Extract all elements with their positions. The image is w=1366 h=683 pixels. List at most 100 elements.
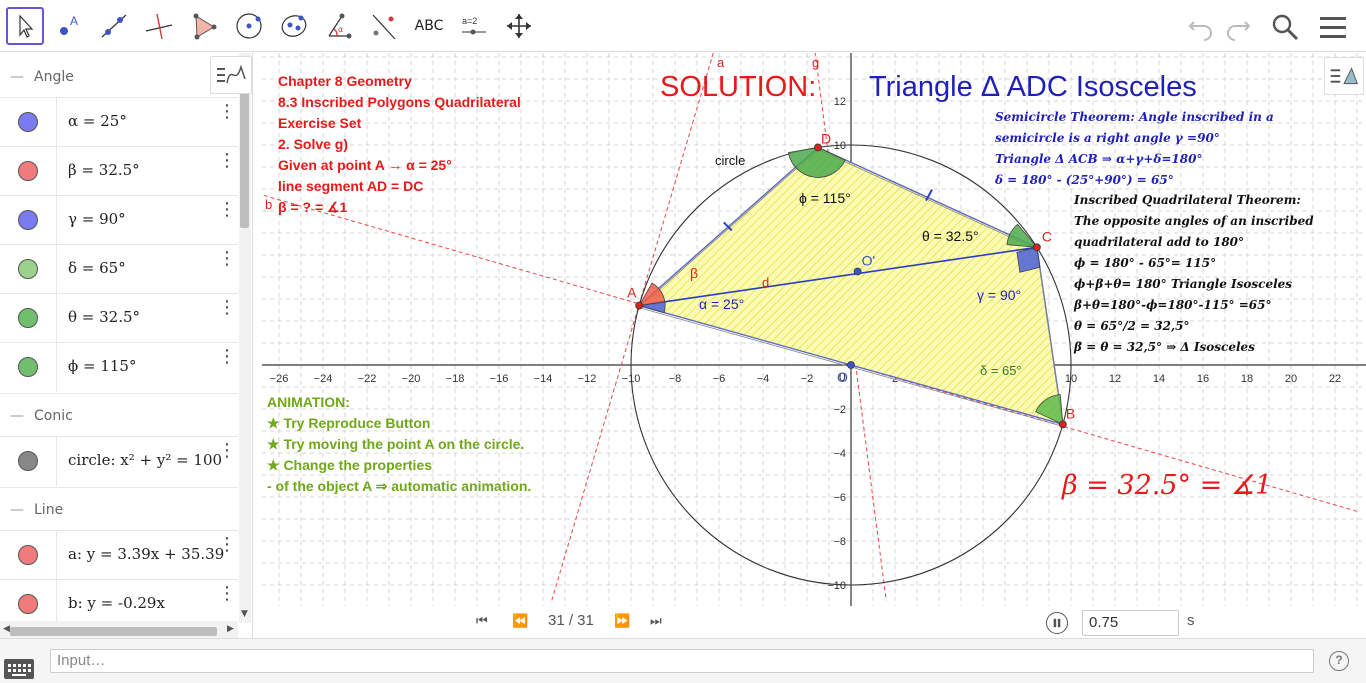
polygon-tool[interactable] xyxy=(185,7,223,45)
point-C[interactable] xyxy=(1033,243,1041,252)
algebra-row-delta[interactable]: δ = 65° ⋮ xyxy=(0,244,238,294)
row-definition[interactable]: ϕ = 115° xyxy=(68,357,136,375)
search-button[interactable] xyxy=(1268,10,1302,44)
point-B[interactable] xyxy=(1058,420,1067,429)
graphics-style-bar-button[interactable] xyxy=(1324,57,1364,95)
algebra-row-alpha[interactable]: α = 25° ⋮ xyxy=(0,97,238,147)
angle-theta-wedge[interactable] xyxy=(1006,223,1038,248)
speed-unit: s xyxy=(1187,612,1195,629)
point-tool[interactable]: A xyxy=(50,7,88,45)
visibility-marble[interactable] xyxy=(18,259,38,279)
algebra-row-gamma[interactable]: γ = 90° ⋮ xyxy=(0,195,238,245)
speed-input[interactable]: 0.75 xyxy=(1082,610,1179,636)
category-line[interactable]: — Line xyxy=(0,487,238,531)
scroll-right-icon[interactable]: ▶ xyxy=(227,624,234,634)
move-graphics-tool[interactable] xyxy=(500,7,538,45)
visibility-marble[interactable] xyxy=(18,210,38,230)
algebra-style-bar-button[interactable] xyxy=(210,56,252,94)
row-definition[interactable]: circle: x² + y² = 100 xyxy=(68,451,222,469)
triangle-heading[interactable]: Triangle Δ ADC Isosceles xyxy=(869,71,1197,104)
x-tick-label: 20 xyxy=(1285,373,1297,385)
visibility-marble[interactable] xyxy=(18,357,38,377)
more-options-icon[interactable]: ⋮ xyxy=(218,585,236,618)
x-tick-label: −18 xyxy=(446,373,465,385)
quad-line: quadrilateral add to 180° xyxy=(1074,235,1245,249)
point-O[interactable] xyxy=(847,361,855,369)
perpendicular-line-tool[interactable] xyxy=(140,7,178,45)
algebra-input-field[interactable]: Input… xyxy=(50,649,1314,673)
visibility-marble[interactable] xyxy=(18,112,38,132)
x-tick-label: −20 xyxy=(402,373,421,385)
category-conic[interactable]: — Conic xyxy=(0,393,238,437)
row-definition[interactable]: θ = 32.5° xyxy=(68,308,140,326)
scroll-left-icon[interactable]: ◀ xyxy=(3,624,10,634)
row-definition[interactable]: γ = 90° xyxy=(68,210,126,228)
category-angle[interactable]: — Angle xyxy=(0,55,238,99)
line-a[interactable] xyxy=(551,53,721,601)
row-definition[interactable]: b: y = -0.29x xyxy=(68,594,165,612)
last-step-button[interactable]: ⏭ xyxy=(650,614,662,629)
algebra-row-circle[interactable]: circle: x² + y² = 100 ⋮ xyxy=(0,436,238,486)
slider-tool[interactable]: a=2 xyxy=(455,7,493,45)
solution-heading[interactable]: SOLUTION: xyxy=(660,71,816,104)
search-icon xyxy=(1272,14,1299,41)
reflect-tool[interactable] xyxy=(365,7,403,45)
undo-button[interactable] xyxy=(1184,10,1218,44)
visibility-marble[interactable] xyxy=(18,161,38,181)
semicircle-text[interactable]: Semicircle Theorem: Angle inscribed in a… xyxy=(995,107,1274,191)
algebra-vertical-scrollbar[interactable] xyxy=(240,93,249,228)
collapse-icon[interactable]: — xyxy=(0,408,34,424)
more-options-icon[interactable]: ⋮ xyxy=(218,348,236,381)
graphics-view[interactable]: −26−24−22−20−18−16−14−12−10−8−6−4−224681… xyxy=(262,53,1366,606)
menu-button[interactable] xyxy=(1316,10,1350,44)
beta-result-text[interactable]: β = 32.5° = ∡1 xyxy=(1062,470,1272,501)
circle-tool[interactable] xyxy=(230,7,268,45)
algebra-horizontal-scrollbar[interactable] xyxy=(10,627,217,636)
line-tool[interactable] xyxy=(95,7,133,45)
first-step-button[interactable]: ⏮ xyxy=(476,614,488,629)
scroll-down-icon[interactable]: ▼ xyxy=(241,609,248,619)
more-options-icon[interactable]: ⋮ xyxy=(218,250,236,283)
text-tool[interactable]: ABC xyxy=(410,7,448,45)
visibility-marble[interactable] xyxy=(18,308,38,328)
algebra-row-line-a[interactable]: a: y = 3.39x + 35.39 ⋮ xyxy=(0,530,238,580)
x-tick-label: −6 xyxy=(713,373,726,385)
animation-text[interactable]: ANIMATION: ★ Try Reproduce Button ★ Try … xyxy=(267,392,531,497)
pause-button[interactable] xyxy=(1046,612,1068,634)
move-tool[interactable] xyxy=(6,7,44,45)
next-step-button[interactable]: ⏩ xyxy=(614,614,630,629)
step-counter: 31 / 31 xyxy=(548,612,594,629)
x-tick-label: −8 xyxy=(669,373,682,385)
more-options-icon[interactable]: ⋮ xyxy=(218,536,236,569)
algebra-row-phi[interactable]: ϕ = 115° ⋮ xyxy=(0,342,238,392)
visibility-marble[interactable] xyxy=(18,545,38,565)
row-definition[interactable]: δ = 65° xyxy=(68,259,126,277)
row-definition[interactable]: α = 25° xyxy=(68,112,127,130)
more-options-icon[interactable]: ⋮ xyxy=(218,201,236,234)
algebra-row-theta[interactable]: θ = 32.5° ⋮ xyxy=(0,293,238,343)
redo-button[interactable] xyxy=(1221,10,1255,44)
point-A[interactable] xyxy=(635,301,644,310)
quad-line: ϕ+β+θ= 180° Triangle Isosceles xyxy=(1074,277,1293,291)
quadrilateral-theorem-text[interactable]: Inscribed Quadrilateral Theorem: The opp… xyxy=(1074,190,1314,358)
previous-step-button[interactable]: ⏪ xyxy=(512,614,528,629)
circle-icon xyxy=(236,13,262,39)
help-icon[interactable]: ? xyxy=(1329,651,1349,671)
move-arrows-icon xyxy=(507,14,531,38)
row-definition[interactable]: a: y = 3.39x + 35.39 xyxy=(68,545,224,563)
visibility-marble[interactable] xyxy=(18,594,38,614)
conic-tool[interactable] xyxy=(275,7,313,45)
angle-tool[interactable]: α xyxy=(320,7,358,45)
collapse-icon[interactable]: — xyxy=(0,502,34,518)
collapse-icon[interactable]: — xyxy=(0,69,34,85)
more-options-icon[interactable]: ⋮ xyxy=(218,299,236,332)
point-Oprime[interactable] xyxy=(853,267,862,276)
more-options-icon[interactable]: ⋮ xyxy=(218,103,236,136)
more-options-icon[interactable]: ⋮ xyxy=(218,442,236,475)
row-definition[interactable]: β = 32.5° xyxy=(68,161,140,179)
more-options-icon[interactable]: ⋮ xyxy=(218,152,236,185)
visibility-marble[interactable] xyxy=(18,451,38,471)
keyboard-button[interactable] xyxy=(4,659,34,679)
algebra-row-beta[interactable]: β = 32.5° ⋮ xyxy=(0,146,238,196)
chapter-text[interactable]: Chapter 8 Geometry 8.3 Inscribed Polygon… xyxy=(278,71,521,218)
